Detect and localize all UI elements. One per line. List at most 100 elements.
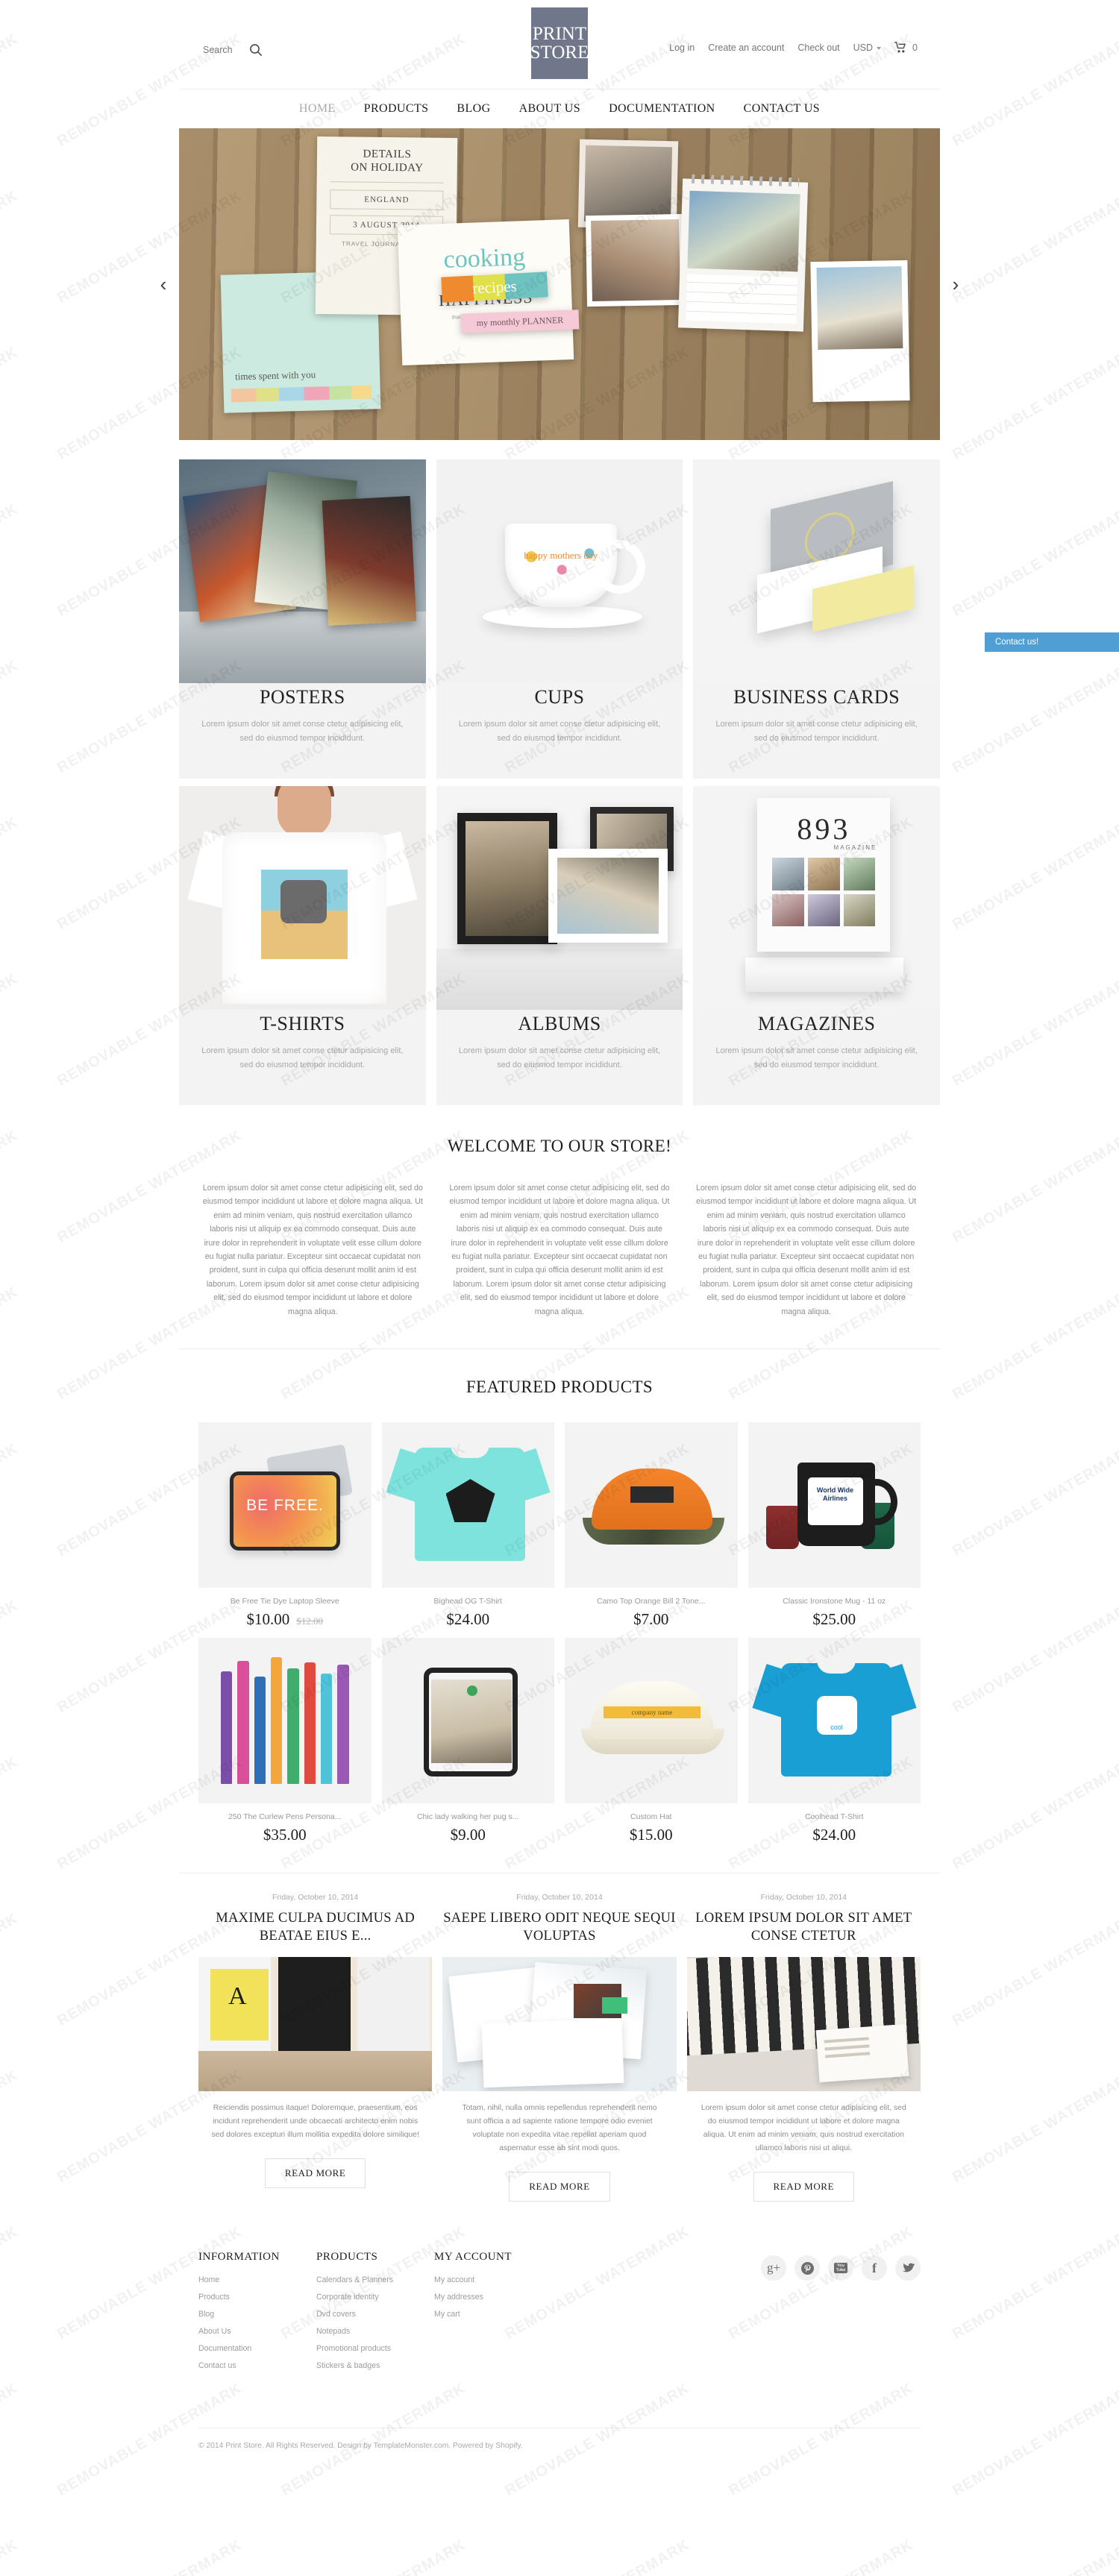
- read-more-button[interactable]: READ MORE: [264, 2158, 366, 2189]
- category-image-albums: [436, 786, 683, 1010]
- footer-link-my-account[interactable]: My account: [434, 2275, 552, 2284]
- calendar-grid: [686, 274, 798, 324]
- hero-photo-3: [810, 260, 910, 403]
- hero-photo-2: [585, 213, 686, 307]
- product-name: Chic lady walking her pug s...: [416, 1812, 519, 1822]
- nav-item-blog[interactable]: BLOG: [457, 102, 490, 116]
- product-image[interactable]: [198, 1638, 372, 1804]
- footer-link-corporate-identity[interactable]: Corporate identity: [316, 2293, 434, 2302]
- product-card[interactable]: Camo Top Orange Bill 2 Tone... $7.00: [565, 1422, 738, 1629]
- product-card[interactable]: 250 The Curlew Pens Persona... $35.00: [198, 1638, 372, 1844]
- category-title: MAGAZINES: [757, 1013, 876, 1034]
- product-image[interactable]: [565, 1422, 738, 1589]
- product-card[interactable]: Chic lady walking her pug s... $9.00: [381, 1638, 554, 1844]
- footer-link-home[interactable]: Home: [198, 2275, 316, 2284]
- nav-item-products[interactable]: PRODUCTS: [364, 102, 429, 116]
- blog-title[interactable]: MAXIME CULPA DUCIMUS AD BEATAE EIUS E...: [198, 1909, 432, 1945]
- product-card[interactable]: World Wide Airlines Classic Ironstone Mu…: [747, 1422, 921, 1629]
- featured-products-title: FEATURED PRODUCTS: [466, 1377, 653, 1397]
- product-image[interactable]: company name: [565, 1638, 738, 1804]
- login-link[interactable]: Log in: [669, 43, 695, 53]
- product-image[interactable]: [381, 1422, 554, 1589]
- mug-art-text: World Wide Airlines: [816, 1486, 854, 1503]
- footer-link-stickers-badges[interactable]: Stickers & badges: [316, 2361, 434, 2370]
- pinterest-icon[interactable]: [794, 2255, 820, 2281]
- footer-spacer: [552, 2251, 761, 2378]
- product-old-price: $12.00: [296, 1615, 323, 1627]
- category-image-cups: happy mothers day: [436, 459, 683, 683]
- blog-image[interactable]: [442, 1957, 677, 2092]
- footer-link-calendars-planners[interactable]: Calendars & Planners: [316, 2275, 434, 2284]
- hero-slider[interactable]: times spent with you DETAILS ON HOLIDAY …: [179, 128, 940, 440]
- hero-england-label: ENGLAND: [330, 189, 444, 210]
- cart-button[interactable]: 0: [894, 42, 918, 53]
- blog-section: Friday, October 10, 2014 MAXIME CULPA DU…: [179, 1873, 940, 2202]
- category-image-magazines: 893 MAGAZINE: [693, 786, 940, 1010]
- product-card[interactable]: company name Custom Hat $15.00: [565, 1638, 738, 1844]
- twitter-icon[interactable]: [895, 2255, 921, 2281]
- youtube-icon[interactable]: You Tube: [828, 2255, 853, 2281]
- blog-date: Friday, October 10, 2014: [272, 1893, 359, 1903]
- footer-link-contact-us[interactable]: Contact us: [198, 2361, 316, 2370]
- category-tile-posters[interactable]: POSTERS Lorem ipsum dolor sit amet conse…: [179, 459, 426, 779]
- welcome-paragraph: Lorem ipsum dolor sit amet conse ctetur …: [696, 1184, 917, 1316]
- watermark-text: REMOVABLE WATERMARK: [502, 2536, 692, 2576]
- footer-link-my-addresses[interactable]: My addresses: [434, 2293, 552, 2302]
- nav-item-about-us[interactable]: ABOUT US: [519, 102, 580, 116]
- product-card[interactable]: cool Coolhead T-Shirt $24.00: [747, 1638, 921, 1844]
- read-more-button[interactable]: READ MORE: [753, 2172, 855, 2202]
- product-card[interactable]: Bighead OG T-Shirt $24.00: [381, 1422, 554, 1629]
- product-price: $24.00: [812, 1826, 856, 1844]
- facebook-icon[interactable]: f: [862, 2255, 887, 2281]
- nav-item-home[interactable]: HOME: [299, 102, 336, 116]
- search-icon[interactable]: [249, 43, 263, 57]
- category-title: ALBUMS: [518, 1013, 601, 1034]
- blog-image[interactable]: [686, 1957, 921, 2092]
- chevron-left-icon[interactable]: ‹: [154, 269, 173, 299]
- blog-title[interactable]: SAEPE LIBERO ODIT NEQUE SEQUI VOLUPTAS: [442, 1909, 676, 1945]
- search-area[interactable]: Search: [203, 43, 263, 57]
- blog-title[interactable]: LOREM IPSUM DOLOR SIT AMET CONSE CTETUR: [687, 1909, 921, 1945]
- category-description: Lorem ipsum dolor sit amet conse ctetur …: [458, 720, 661, 743]
- product-image[interactable]: BE FREE.: [198, 1422, 372, 1589]
- chevron-right-icon[interactable]: ›: [946, 269, 965, 299]
- hero-color-strip: [231, 385, 372, 403]
- category-tile-magazines[interactable]: 893 MAGAZINE MAGAZINES Lorem ipsum dolor…: [693, 786, 940, 1105]
- category-title: T-SHIRTS: [260, 1013, 345, 1034]
- read-more-button[interactable]: READ MORE: [509, 2172, 610, 2202]
- pen-set: [221, 1656, 349, 1785]
- footer: INFORMATION Home Products Blog About Us …: [179, 2231, 940, 2472]
- checkout-link[interactable]: Check out: [797, 43, 839, 53]
- contact-us-tab[interactable]: Contact us!: [985, 632, 1119, 652]
- footer-link-products[interactable]: Products: [198, 2293, 316, 2302]
- product-image[interactable]: [381, 1638, 554, 1804]
- category-tile-business-cards[interactable]: BUSINESS CARDS Lorem ipsum dolor sit ame…: [693, 459, 940, 779]
- nav-item-documentation[interactable]: DOCUMENTATION: [609, 102, 715, 116]
- footer-link-documentation[interactable]: Documentation: [198, 2344, 316, 2353]
- footer-link-dvd-covers[interactable]: Dvd covers: [316, 2310, 434, 2319]
- footer-link-notepads[interactable]: Notepads: [316, 2327, 434, 2336]
- footer-link-promotional-products[interactable]: Promotional products: [316, 2344, 434, 2353]
- product-name: 250 The Curlew Pens Persona...: [228, 1812, 342, 1822]
- social-links: g+ You Tube f: [761, 2251, 921, 2378]
- category-tile-cups[interactable]: happy mothers day CUPS Lorem ipsum dolor…: [436, 459, 683, 779]
- product-card[interactable]: BE FREE. Be Free Tie Dye Laptop Sleeve $…: [198, 1422, 372, 1629]
- category-tile-tshirts[interactable]: T-SHIRTS Lorem ipsum dolor sit amet cons…: [179, 786, 426, 1105]
- footer-link-about-us[interactable]: About Us: [198, 2327, 316, 2336]
- product-image[interactable]: World Wide Airlines: [747, 1422, 921, 1589]
- product-image[interactable]: cool: [747, 1638, 921, 1804]
- create-account-link[interactable]: Create an account: [708, 43, 784, 53]
- site-logo[interactable]: PRINT STORE: [530, 7, 589, 79]
- currency-selector[interactable]: USD: [853, 43, 882, 53]
- category-image-business-cards: [693, 459, 940, 683]
- blog-image[interactable]: A: [198, 1957, 433, 2092]
- category-title: POSTERS: [259, 686, 345, 708]
- blog-grid: Friday, October 10, 2014 MAXIME CULPA DU…: [179, 1893, 940, 2202]
- category-tile-albums[interactable]: ALBUMS Lorem ipsum dolor sit amet conse …: [436, 786, 683, 1105]
- footer-heading: INFORMATION: [198, 2251, 280, 2264]
- footer-link-my-cart[interactable]: My cart: [434, 2310, 552, 2319]
- product-name: Classic Ironstone Mug - 11 oz: [783, 1597, 886, 1606]
- footer-link-blog[interactable]: Blog: [198, 2310, 316, 2319]
- google-plus-icon[interactable]: g+: [761, 2255, 786, 2281]
- nav-item-contact-us[interactable]: CONTACT US: [744, 102, 820, 116]
